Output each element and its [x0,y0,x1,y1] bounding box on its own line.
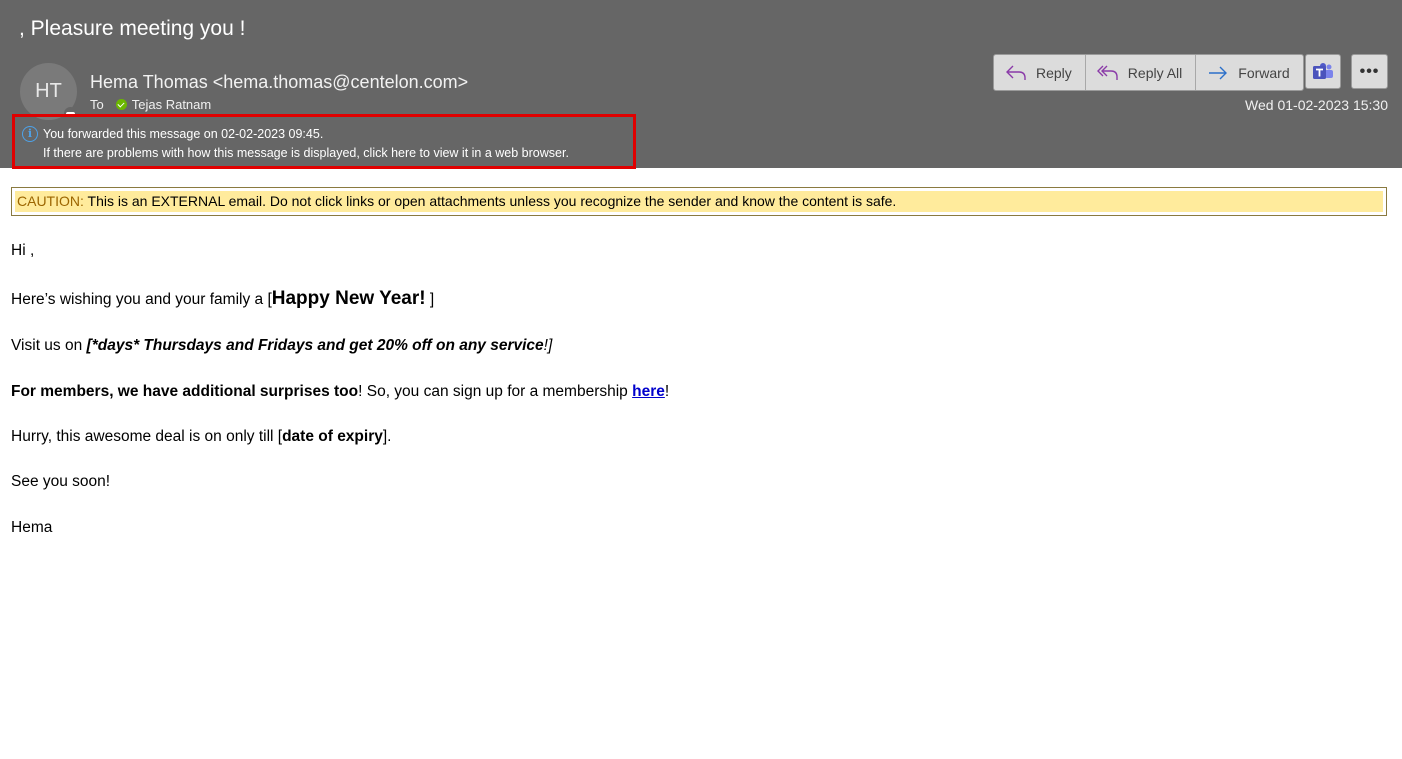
more-actions-button[interactable]: ••• [1351,54,1388,89]
forward-icon [1209,66,1228,79]
new-year-line: Here’s wishing you and your family a [Ha… [11,288,434,310]
external-caution-banner: CAUTION: This is an EXTERNAL email. Do n… [11,187,1387,216]
membership-bold: For members, we have additional surprise… [11,383,359,400]
closing-line: See you soon! [11,473,111,490]
forward-label: Forward [1238,64,1290,81]
reply-all-icon [1096,65,1118,80]
message-date: Wed 01-02-2023 15:30 [1245,97,1388,113]
reply-all-label: Reply All [1127,64,1183,81]
info-icon: i [22,126,38,142]
membership-post: ! [664,383,670,400]
new-year-post: ] [425,291,435,308]
message-header: , Pleasure meeting you ! HT Hema Thomas … [0,0,1402,169]
info-bar-highlight [12,114,636,169]
recipient-row: To Tejas Ratnam [90,97,211,112]
caution-text: CAUTION: This is an EXTERNAL email. Do n… [15,191,1383,212]
response-buttons: Reply Reply All Forward [993,54,1304,91]
expiry-line: Hurry, this awesome deal is on only till… [11,428,391,446]
offer-line: Visit us on [*days* Thursdays and Friday… [11,337,552,355]
reply-button[interactable]: Reply [994,55,1086,90]
greeting-line: Hi , [11,242,35,259]
caution-message: This is an EXTERNAL email. Do not click … [83,193,897,209]
teams-icon [1313,62,1333,79]
offer-post: !] [543,337,553,354]
new-year-bold: Happy New Year! [271,288,426,309]
recipient-name[interactable]: Tejas Ratnam [132,97,211,112]
offer-italic: [*days* Thursdays and Fridays and get 20… [86,337,544,354]
sender-name[interactable]: Hema Thomas <hema.thomas@centelon.com> [90,72,468,93]
membership-link[interactable]: here [632,383,665,400]
expiry-bold: date of expiry [282,428,383,445]
forwarded-info-text: You forwarded this message on 02-02-2023… [43,127,324,141]
expiry-post: ]. [382,428,392,445]
view-in-browser-link[interactable]: If there are problems with how this mess… [43,146,569,160]
reply-icon [1006,65,1026,80]
to-label: To [90,97,104,112]
new-year-pre: Here’s wishing you and your family a [ [11,291,272,308]
reply-label: Reply [1036,64,1072,81]
reply-all-button[interactable]: Reply All [1086,55,1197,90]
forward-button[interactable]: Forward [1196,55,1302,90]
teams-button[interactable] [1305,54,1341,89]
membership-line: For members, we have additional surprise… [11,383,669,401]
signature: Hema [11,519,53,536]
offer-pre: Visit us on [11,337,87,354]
caution-label: CAUTION: [17,193,84,209]
membership-mid: ! So, you can sign up for a membership [358,383,633,400]
message-subject: , Pleasure meeting you ! [19,17,246,40]
recipient-status-icon [115,99,127,110]
expiry-pre: Hurry, this awesome deal is on only till… [11,428,283,445]
